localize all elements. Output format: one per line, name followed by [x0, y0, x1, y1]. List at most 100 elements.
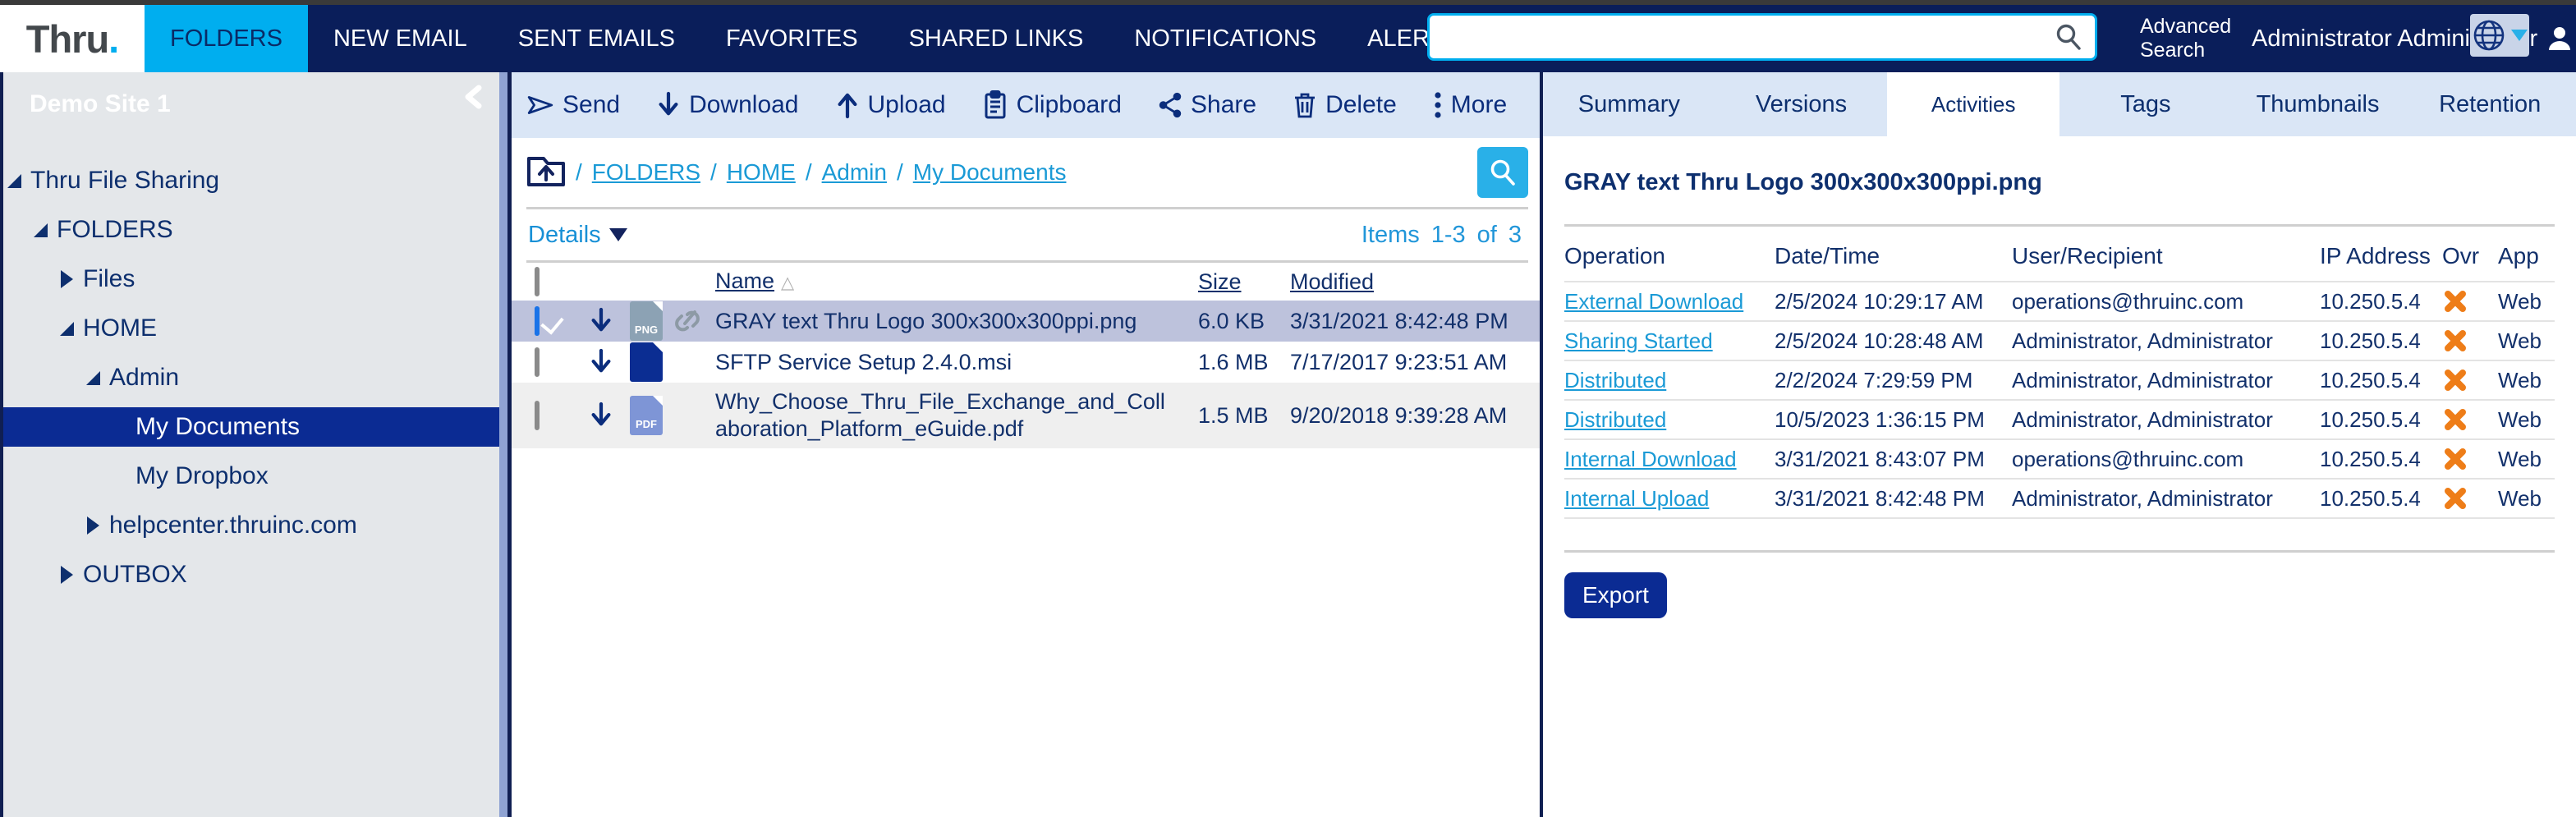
nav-item-sent-emails[interactable]: SENT EMAILS — [493, 5, 700, 72]
search-icon[interactable] — [2054, 22, 2083, 52]
app-window: Thru. FOLDERSNEW EMAILSENT EMAILSFAVORIT… — [0, 0, 2576, 817]
global-search — [1427, 13, 2097, 61]
toolbar-label: Clipboard — [1017, 91, 1122, 119]
operation-link[interactable]: Internal Upload — [1564, 486, 1709, 511]
upload-button[interactable]: Upload — [835, 90, 946, 120]
file-type-icon-png: PNG — [630, 301, 663, 341]
activity-cell-ip: 10.250.5.4 — [2320, 486, 2442, 512]
operation-link[interactable]: External Download — [1564, 289, 1743, 314]
breadcrumb-link-my-documents[interactable]: My Documents — [913, 159, 1067, 186]
breadcrumb-link-folders[interactable]: FOLDERS — [592, 159, 700, 186]
nav-item-new-email[interactable]: NEW EMAIL — [308, 5, 493, 72]
sort-ascending-icon: △ — [781, 273, 794, 292]
activity-column-app: App — [2498, 243, 2555, 269]
breadcrumb-link-home[interactable]: HOME — [727, 159, 796, 186]
file-size: 6.0 KB — [1198, 309, 1283, 334]
activity-cell-datetime: 3/31/2021 8:43:07 PM — [1775, 447, 2012, 472]
delete-button[interactable]: Delete — [1293, 91, 1397, 119]
folder-search-button[interactable] — [1477, 147, 1528, 198]
divider — [1564, 550, 2555, 553]
file-row-png[interactable]: PNGGRAY text Thru Logo 300x300x300ppi.pn… — [512, 301, 1540, 342]
triangle-collapsed-icon — [87, 516, 99, 535]
folder-up-icon[interactable] — [526, 155, 566, 190]
tab-tags[interactable]: Tags — [2059, 72, 2232, 136]
file-name: SFTP Service Setup 2.4.0.msi — [715, 349, 1175, 376]
tree-item-label: OUTBOX — [83, 561, 187, 589]
language-selector[interactable] — [2470, 14, 2529, 57]
sidebar: Demo Site 1 Thru File SharingFOLDERSFile… — [0, 72, 499, 817]
sidebar-collapse-button[interactable] — [461, 84, 484, 110]
file-modified: 9/20/2018 9:39:28 AM — [1290, 403, 1540, 429]
file-row-msi[interactable]: SFTP Service Setup 2.4.0.msi1.6 MB7/17/2… — [512, 342, 1540, 383]
activity-row: External Download2/5/2024 10:29:17 AMope… — [1564, 282, 2555, 322]
globe-icon — [2472, 18, 2506, 53]
tree-item-label: FOLDERS — [57, 216, 173, 244]
file-checkbox[interactable] — [535, 401, 540, 430]
override-x-icon — [2442, 328, 2468, 354]
breadcrumb-links: /FOLDERS/HOME/Admin/My Documents — [576, 159, 1066, 186]
activity-cell-datetime: 3/31/2021 8:42:48 PM — [1775, 486, 2012, 512]
sidebar-item-my-dropbox[interactable]: My Dropbox — [0, 452, 499, 501]
search-input[interactable] — [1430, 16, 2054, 58]
download-button[interactable]: Download — [656, 90, 798, 120]
breadcrumb-link-admin[interactable]: Admin — [822, 159, 887, 186]
activity-cell-operation: Internal Download — [1564, 447, 1775, 472]
select-all-checkbox[interactable] — [535, 267, 540, 296]
activity-cell-operation: Sharing Started — [1564, 328, 1775, 354]
sidebar-item-files[interactable]: Files — [0, 255, 499, 304]
more-icon — [1433, 90, 1443, 120]
nav-item-folders[interactable]: FOLDERS — [145, 5, 308, 72]
items-total: 3 — [1508, 222, 1522, 249]
operation-link[interactable]: Sharing Started — [1564, 328, 1713, 353]
activity-cell-ovr — [2442, 367, 2498, 393]
download-icon — [589, 401, 613, 430]
tab-thumbnails[interactable]: Thumbnails — [2232, 72, 2404, 136]
operation-link[interactable]: Internal Download — [1564, 447, 1737, 471]
file-rows: PNGGRAY text Thru Logo 300x300x300ppi.pn… — [512, 301, 1540, 448]
tab-summary[interactable]: Summary — [1543, 72, 1715, 136]
operation-link[interactable]: Distributed — [1564, 407, 1666, 432]
column-header-size[interactable]: Size — [1198, 269, 1242, 294]
export-button[interactable]: Export — [1564, 572, 1667, 618]
activity-row: Internal Upload3/31/2021 8:42:48 PMAdmin… — [1564, 480, 2555, 519]
nav-item-shared-links[interactable]: SHARED LINKS — [884, 5, 1109, 72]
delete-icon — [1293, 91, 1317, 119]
file-checkbox-cell — [535, 350, 571, 375]
send-button[interactable]: Send — [526, 91, 620, 119]
advanced-search-link[interactable]: Advanced Search — [2140, 15, 2231, 62]
nav-item-favorites[interactable]: FAVORITES — [700, 5, 884, 72]
activity-column-user-recipient: User/Recipient — [2012, 243, 2320, 269]
sidebar-item-admin[interactable]: Admin — [0, 353, 499, 402]
sidebar-item-folders[interactable]: FOLDERS — [0, 205, 499, 255]
tab-activities[interactable]: Activities — [1887, 72, 2059, 136]
clipboard-icon — [982, 90, 1008, 120]
thru-logo[interactable]: Thru. — [0, 5, 145, 72]
file-checkbox[interactable] — [535, 347, 540, 377]
column-header-modified[interactable]: Modified — [1290, 269, 1374, 294]
breadcrumb: /FOLDERS/HOME/Admin/My Documents — [512, 138, 1540, 207]
activity-cell-app: Web — [2498, 328, 2555, 354]
details-view-dropdown[interactable]: Details — [528, 222, 627, 249]
share-button[interactable]: Share — [1158, 91, 1256, 119]
activity-column-operation: Operation — [1564, 243, 1775, 269]
nav-item-notifications[interactable]: NOTIFICATIONS — [1109, 5, 1342, 72]
sidebar-scrollbar[interactable] — [499, 72, 507, 817]
tree-collapsed-icon — [57, 270, 76, 288]
operation-link[interactable]: Distributed — [1564, 368, 1666, 392]
file-row-pdf[interactable]: PDFWhy_Choose_Thru_File_Exchange_and_Col… — [512, 383, 1540, 448]
sidebar-item-my-documents[interactable]: My Documents — [0, 407, 499, 447]
override-x-icon — [2442, 288, 2468, 314]
file-checkbox[interactable] — [535, 306, 540, 336]
tab-versions[interactable]: Versions — [1715, 72, 1888, 136]
column-header-name[interactable]: Name — [715, 269, 774, 293]
sidebar-item-home[interactable]: HOME — [0, 304, 499, 353]
sidebar-item-helpcenter-thruinc-com[interactable]: helpcenter.thruinc.com — [0, 501, 499, 550]
activity-cell-ovr — [2442, 485, 2498, 512]
sidebar-item-outbox[interactable]: OUTBOX — [0, 550, 499, 599]
clipboard-button[interactable]: Clipboard — [982, 90, 1122, 120]
triangle-expanded-icon — [86, 371, 100, 385]
tab-retention[interactable]: Retention — [2404, 72, 2576, 136]
file-checkbox-cell — [535, 403, 571, 429]
sidebar-item-thru-file-sharing[interactable]: Thru File Sharing — [0, 156, 499, 205]
more-button[interactable]: More — [1433, 90, 1507, 120]
